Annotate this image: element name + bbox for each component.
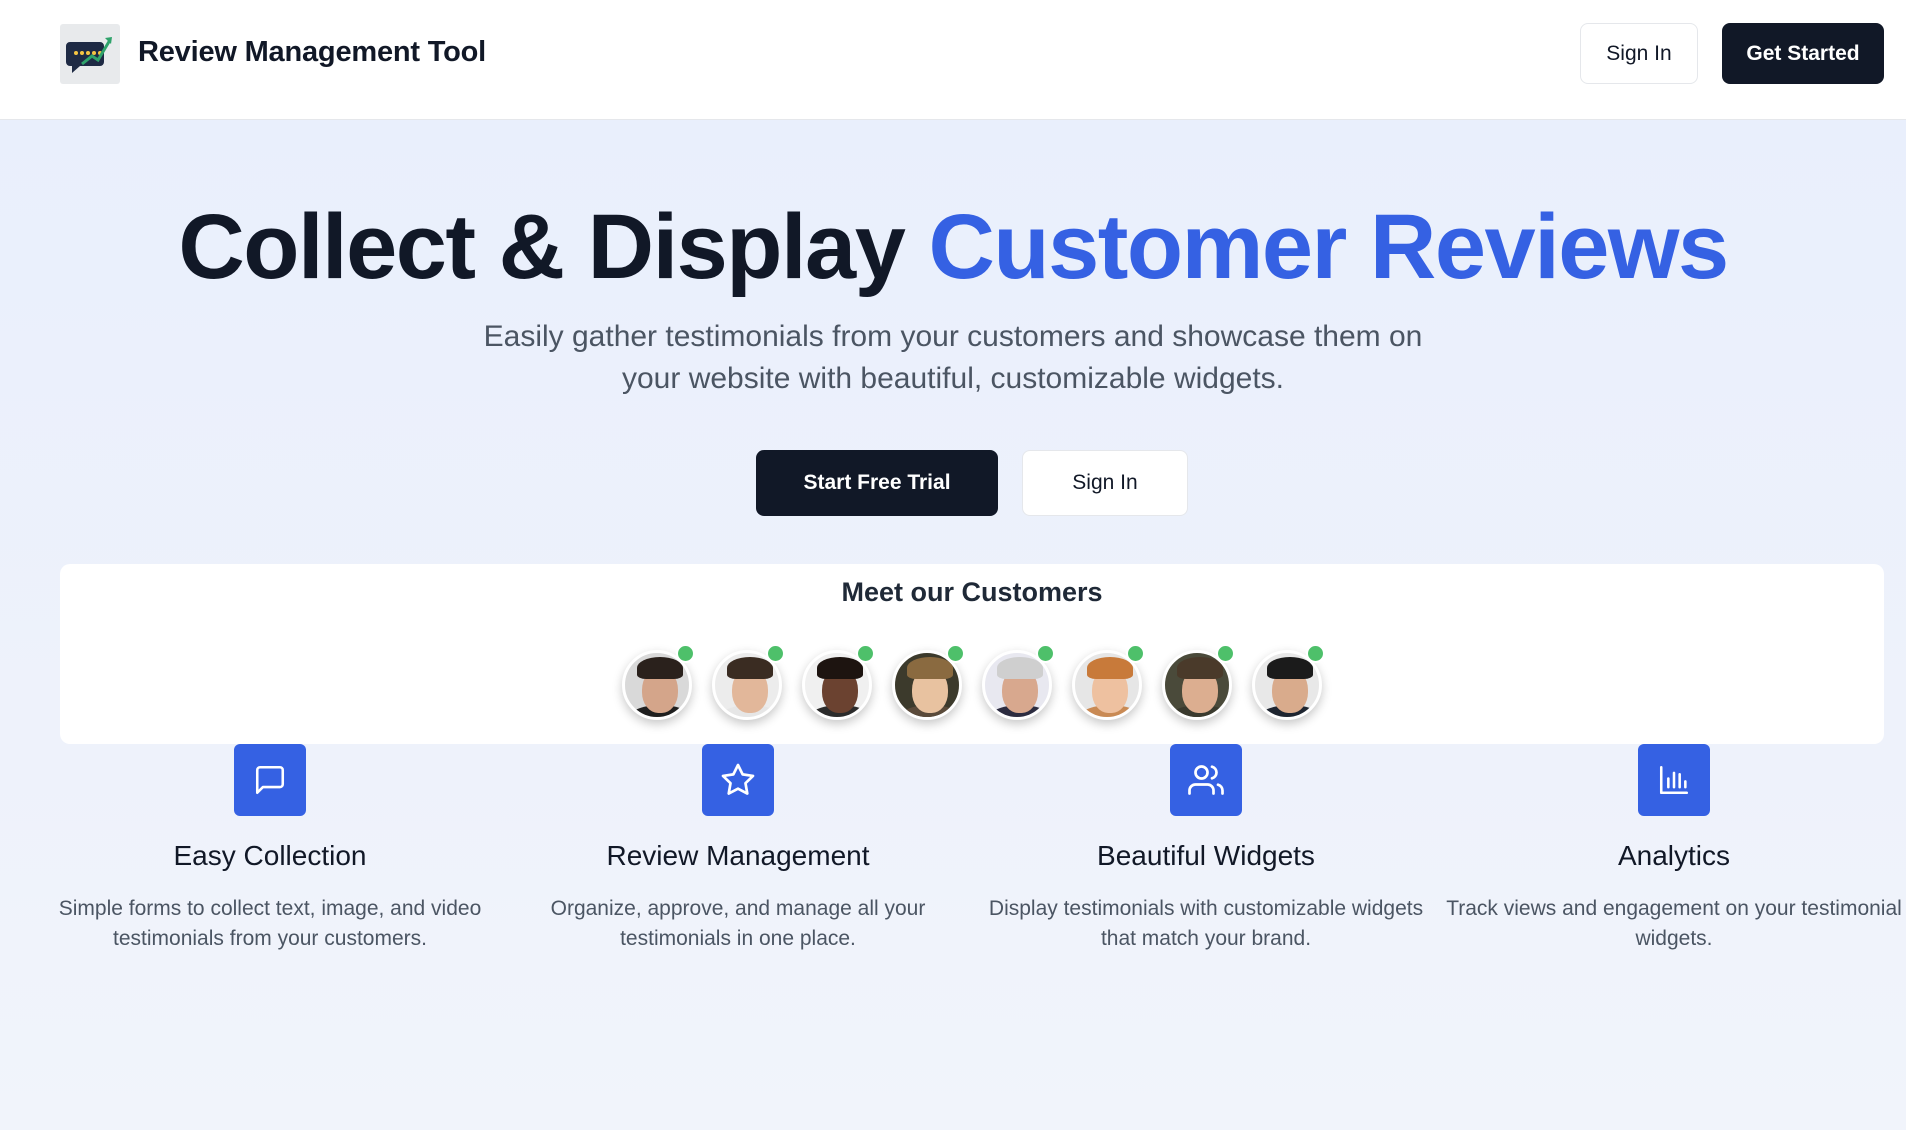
online-status-dot — [1306, 644, 1325, 663]
logo-icon[interactable] — [60, 24, 120, 84]
online-status-dot — [946, 644, 965, 663]
customers-card: Meet our Customers — [60, 564, 1884, 744]
feature-description: Display testimonials with customizable w… — [988, 897, 1424, 950]
online-status-dot — [1126, 644, 1145, 663]
customer-avatars — [622, 644, 1325, 720]
header-sign-in-button[interactable]: Sign In — [1580, 23, 1698, 84]
hero-subtitle: Easily gather testimonials from your cus… — [483, 320, 1423, 395]
hero-title-main: Collect & Display — [178, 196, 929, 298]
customers-title: Meet our Customers — [841, 577, 1103, 607]
feature-title: Review Management — [606, 840, 870, 871]
get-started-button[interactable]: Get Started — [1722, 23, 1884, 84]
online-status-dot — [856, 644, 875, 663]
message-square-icon — [234, 744, 306, 816]
hero-sign-in-button[interactable]: Sign In — [1022, 450, 1188, 516]
hero-title: Collect & Display Customer Reviews — [0, 195, 1906, 300]
site-header: Review Management Tool Sign In Get Start… — [0, 0, 1906, 120]
feature-title: Beautiful Widgets — [1097, 840, 1315, 871]
hero-section: Collect & Display Customer Reviews Easil… — [0, 120, 1906, 1130]
online-status-dot — [1216, 644, 1235, 663]
star-icon — [702, 744, 774, 816]
feature-title: Easy Collection — [173, 840, 367, 871]
feature-description: Organize, approve, and manage all your t… — [550, 897, 926, 950]
feature-description: Simple forms to collect text, image, and… — [58, 897, 482, 950]
online-status-dot — [676, 644, 695, 663]
users-icon — [1170, 744, 1242, 816]
feature-description: Track views and engagement on your testi… — [1446, 897, 1902, 950]
online-status-dot — [1036, 644, 1055, 663]
feature-title: Analytics — [1617, 840, 1731, 871]
start-free-trial-button[interactable]: Start Free Trial — [756, 450, 998, 516]
online-status-dot — [766, 644, 785, 663]
bar-chart-icon — [1638, 744, 1710, 816]
hero-title-accent: Customer Reviews — [928, 196, 1729, 298]
brand-name[interactable]: Review Management Tool — [138, 36, 486, 69]
